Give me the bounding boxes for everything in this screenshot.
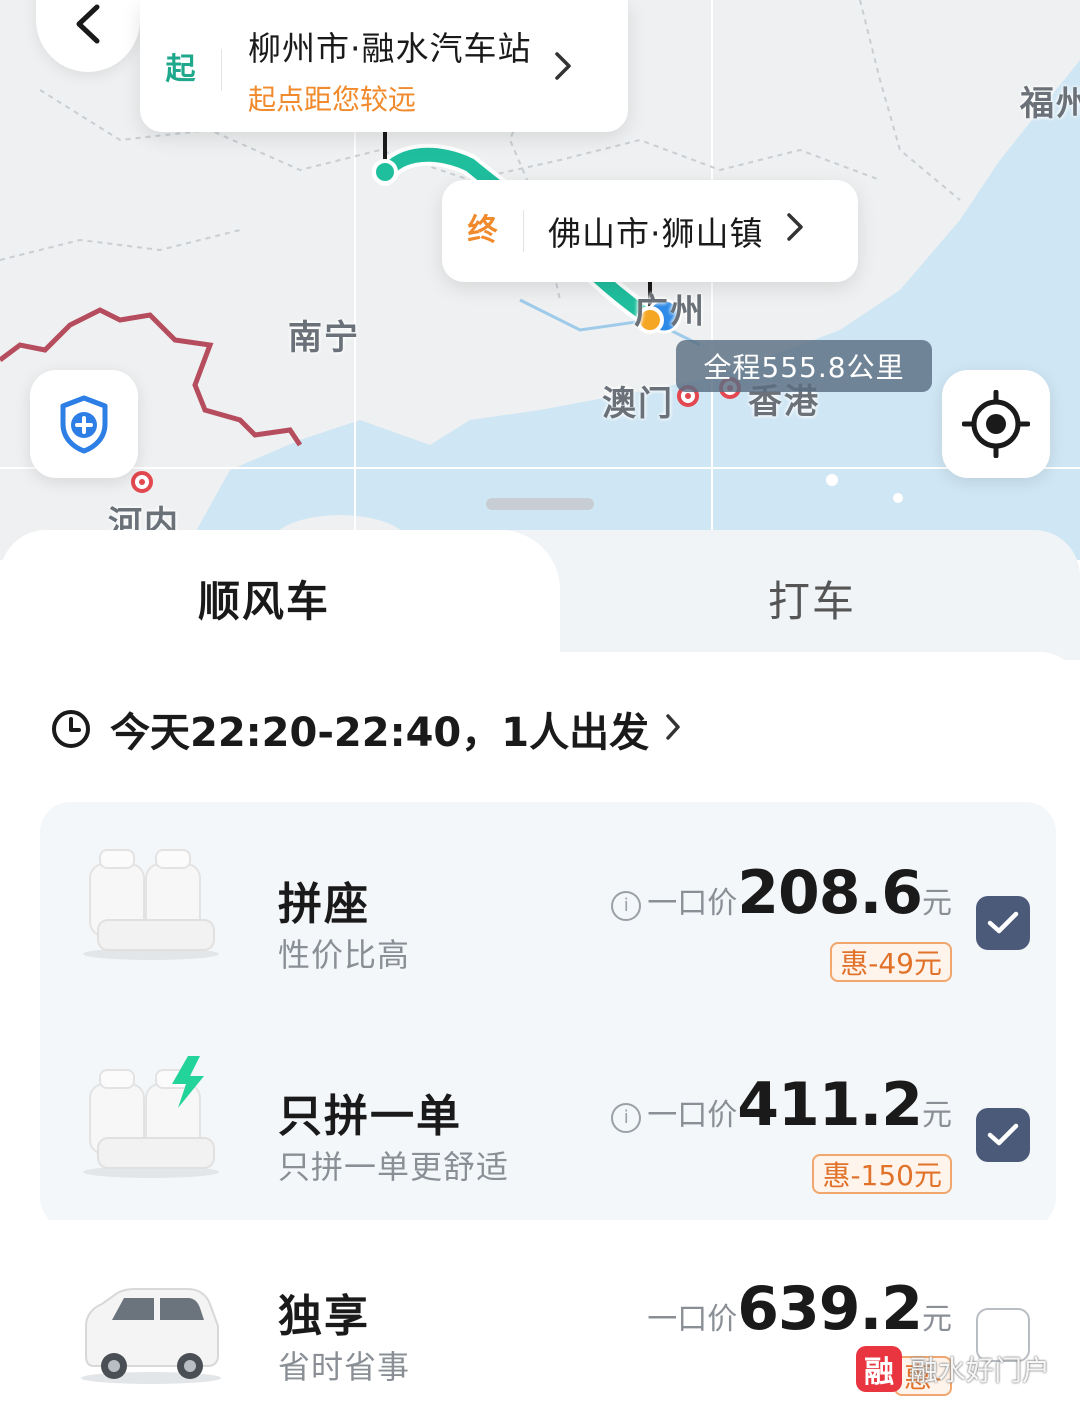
crosshair-icon (962, 390, 1030, 458)
origin-text: 柳州市·融水汽车站 起点距您较远 (248, 22, 532, 118)
origin-note: 起点距您较远 (248, 83, 417, 116)
distance-label: 全程555.8公里 (676, 340, 932, 392)
option-title: 拼座 (278, 879, 370, 930)
destination-name: 佛山市·狮山镇 (548, 207, 764, 255)
checkmark-icon (987, 911, 1019, 934)
car-seats-lightning-icon (83, 1056, 219, 1178)
price-unit: 元 (922, 1098, 952, 1133)
tab-bar: 顺风车 打车 (0, 530, 1080, 660)
map-label-guangzhou: 广州 (634, 292, 706, 332)
bottom-sheet: 顺风车 打车 今天22:20-22:40，1人出发 拼座 性价比高 i 一口价 … (0, 530, 1080, 1415)
option-checkbox[interactable] (976, 1108, 1030, 1162)
discount-badge: 惠-49元 (830, 942, 952, 982)
chevron-right-icon (786, 211, 804, 251)
locate-button[interactable] (942, 370, 1050, 478)
departure-time-selector[interactable]: 今天22:20-22:40，1人出发 (50, 700, 681, 758)
chevron-left-icon (76, 4, 100, 44)
destination-card[interactable]: 终 佛山市·狮山镇 (442, 180, 858, 282)
price-value: 639.2 (737, 1274, 923, 1344)
map-label-nanning: 南宁 (288, 318, 360, 358)
drag-handle[interactable] (486, 498, 594, 510)
checkmark-icon (987, 1123, 1019, 1146)
option-title: 独享 (278, 1291, 370, 1342)
price-value: 208.6 (737, 858, 923, 928)
option-price: i 一口价 208.6 元 (611, 858, 952, 928)
price-unit: 元 (922, 886, 952, 921)
option-single-share[interactable]: 只拼一单 只拼一单更舒适 i 一口价 411.2 元 惠-150元 (40, 1018, 1056, 1230)
option-title: 只拼一单 (278, 1091, 462, 1142)
price-unit: 元 (922, 1302, 952, 1337)
origin-name: 柳州市·融水汽车站 (248, 29, 532, 68)
price-label: 一口价 (647, 1302, 738, 1337)
price-value: 411.2 (737, 1070, 923, 1140)
car-icon (81, 1288, 221, 1384)
origin-tag: 起 (140, 49, 222, 91)
origin-card[interactable]: 起 柳州市·融水汽车站 起点距您较远 (140, 0, 628, 132)
price-label: 一口价 (647, 886, 738, 921)
option-shared-seat[interactable]: 拼座 性价比高 i 一口价 208.6 元 惠-49元 (40, 806, 1056, 1018)
map-label-macau: 澳门 (602, 384, 674, 424)
safety-button[interactable] (30, 370, 138, 478)
destination-name-text: 佛山市·狮山镇 (548, 214, 764, 253)
discount-badge: 惠-150元 (812, 1154, 952, 1194)
option-subtitle: 性价比高 (278, 936, 411, 974)
info-icon[interactable]: i (611, 1102, 642, 1133)
option-price: 一口价 639.2 元 (647, 1274, 952, 1344)
watermark-text: 融水好门户 (910, 1354, 1051, 1387)
destination-tag: 终 (442, 210, 524, 252)
watermark-badge: 融 (856, 1346, 902, 1392)
tab-taxi[interactable]: 打车 (768, 568, 856, 629)
clock-icon (52, 710, 90, 748)
option-checkbox[interactable] (976, 896, 1030, 950)
option-price: i 一口价 411.2 元 (611, 1070, 952, 1140)
price-label: 一口价 (647, 1098, 738, 1133)
chevron-right-icon (665, 709, 681, 750)
car-seats-icon (83, 849, 219, 960)
shield-plus-icon (60, 395, 108, 454)
option-subtitle: 省时省事 (278, 1348, 411, 1386)
map-view[interactable]: 南宁 河内 澳门 香港 广州 福州 起 柳州市·融水汽车站 起点距您较远 终 佛… (0, 0, 1080, 560)
tab-carpool[interactable]: 顺风车 (198, 568, 330, 629)
watermark: 融 融水好门户 (856, 1346, 1050, 1392)
map-label-fuzhou: 福州 (1020, 84, 1080, 124)
info-icon[interactable]: i (611, 890, 642, 921)
option-subtitle: 只拼一单更舒适 (278, 1148, 510, 1186)
chevron-right-icon (554, 50, 572, 90)
departure-time-text: 今天22:20-22:40，1人出发 (110, 710, 650, 756)
